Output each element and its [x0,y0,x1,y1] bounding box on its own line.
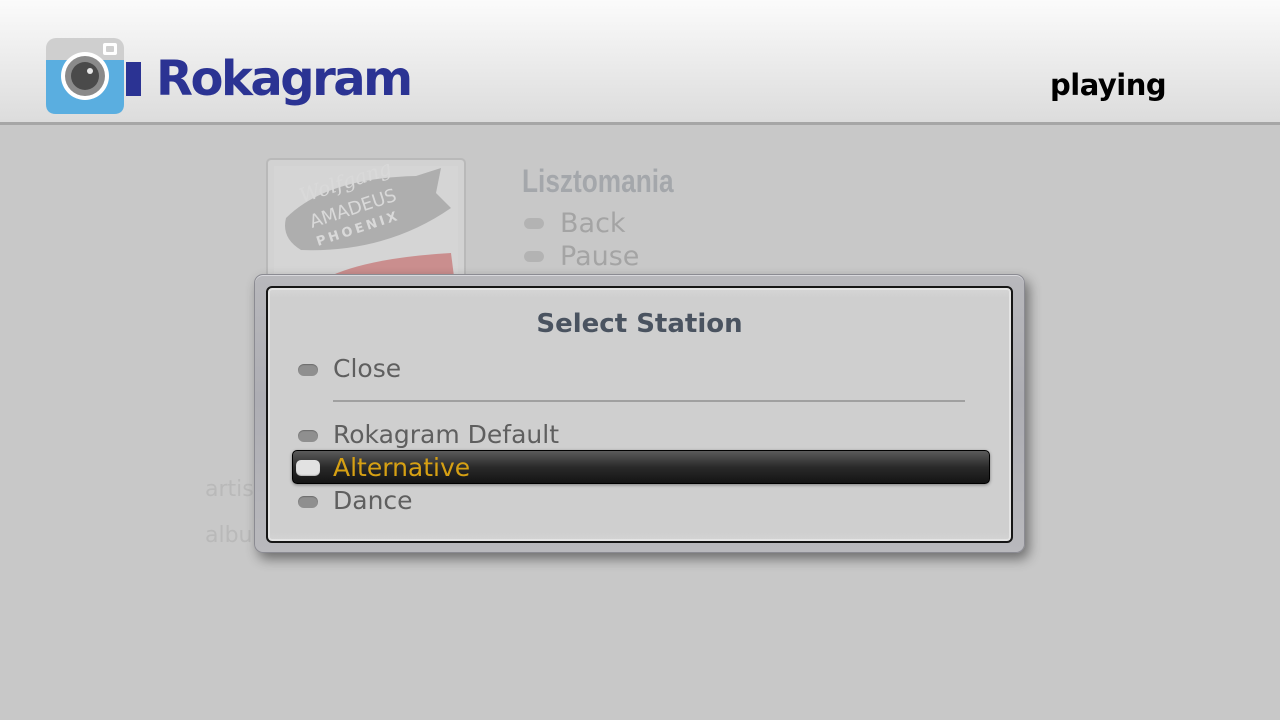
album-label: albu [205,523,253,548]
station-option-dance[interactable]: Dance [268,484,1011,518]
option-bullet-icon [524,218,544,229]
station-option-label: Alternative [333,453,471,482]
divider [333,400,965,402]
track-title: Lisztomania [522,163,674,199]
option-bullet-icon [298,430,318,442]
station-option-label: Dance [333,486,413,515]
close-button[interactable]: Close [268,352,1011,386]
option-bullet-icon [298,496,318,508]
app-header: Rokagram playing [0,0,1280,125]
close-button-label: Close [333,354,402,383]
option-bullet-icon [524,251,544,262]
artist-label: artis [205,477,254,502]
option-bullet-icon [298,364,318,376]
option-bullet-icon [296,460,320,476]
dialog-title: Select Station [536,309,743,339]
station-option-rokagram-default[interactable]: Rokagram Default [268,418,1011,452]
back-option-label: Back [560,208,626,239]
dialog-panel: Select Station Close Rokagram Default Al… [266,286,1013,543]
pause-option-label: Pause [560,241,640,272]
select-station-dialog: Select Station Close Rokagram Default Al… [254,274,1025,553]
app-title: Rokagram [156,51,413,107]
station-option-label: Rokagram Default [333,420,560,449]
camera-icon [46,38,141,114]
station-option-alternative[interactable]: Alternative [268,451,1011,485]
playback-status: playing [1050,68,1167,102]
